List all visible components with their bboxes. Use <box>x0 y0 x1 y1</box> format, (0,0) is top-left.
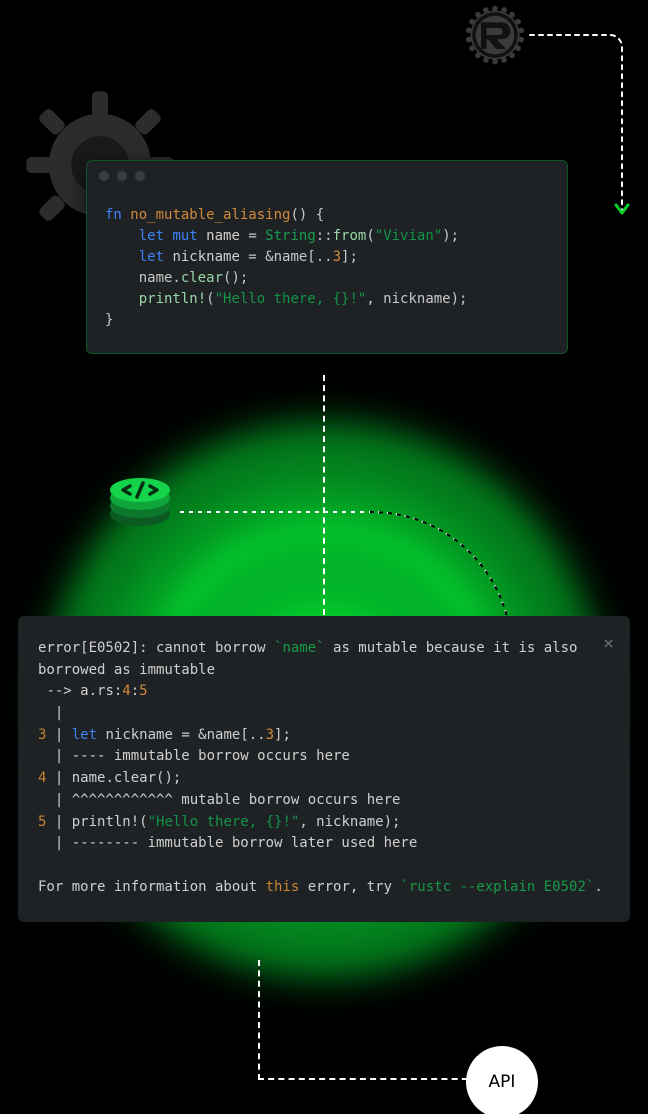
code-stack-icon <box>100 460 180 540</box>
code-editor-window: fn no_mutable_aliasing() { let mut name … <box>86 160 568 354</box>
window-titlebar <box>87 161 567 191</box>
api-pill[interactable]: API <box>466 1046 538 1114</box>
rust-logo-icon <box>460 0 530 70</box>
close-icon[interactable]: × <box>603 630 614 658</box>
connector-low-horizontal <box>258 1078 478 1082</box>
traffic-light-dot <box>135 171 145 181</box>
connector-low-vertical <box>258 960 262 1080</box>
compiler-error-panel: × error[E0502]: cannot borrow `name` as … <box>18 616 630 922</box>
api-pill-label: API <box>489 1072 516 1092</box>
traffic-light-dot <box>99 171 109 181</box>
stage: fn no_mutable_aliasing() { let mut name … <box>0 0 648 1114</box>
error-output: error[E0502]: cannot borrow `name` as mu… <box>38 638 610 898</box>
code-block: fn no_mutable_aliasing() { let mut name … <box>87 191 567 353</box>
traffic-light-dot <box>117 171 127 181</box>
